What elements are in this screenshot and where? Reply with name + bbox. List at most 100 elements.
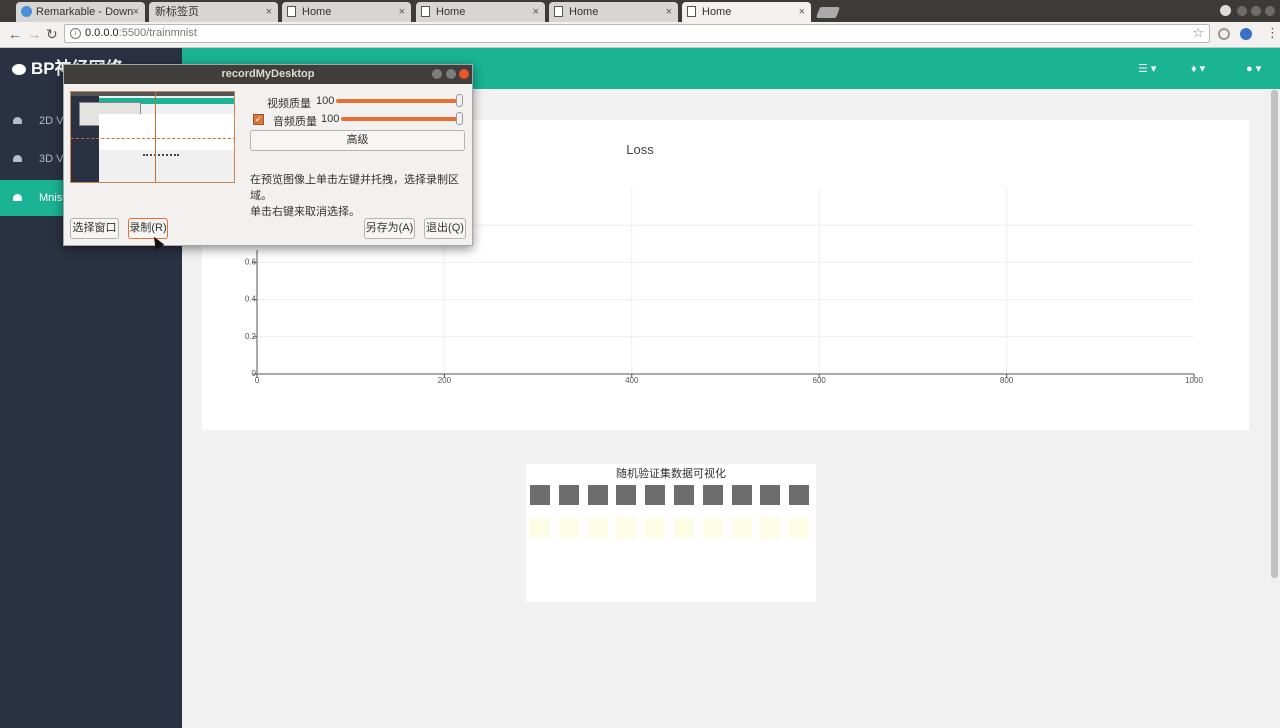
mnist-sample-prediction [558,518,579,538]
dialog-title: recordMyDesktop [221,68,315,80]
menu-icon[interactable]: ⋮ [1266,25,1279,41]
close-window-icon[interactable] [1265,6,1275,16]
page-icon [421,6,430,17]
video-quality-slider[interactable] [336,99,460,103]
browser-toolbar: ← → ↻ i 0.0.0.0:5500/trainmnist ☆ ⋮ [0,22,1280,48]
mnist-title: 随机验证集数据可视化 [616,468,726,480]
mnist-sample-image [558,485,579,505]
dialog-minimize-icon[interactable] [432,69,442,79]
tasks-dropdown-icon[interactable]: ☰ ▾ [1138,62,1156,75]
extension-icon[interactable] [1218,28,1230,40]
audio-quality-slider-handle[interactable] [456,112,463,125]
mnist-sample-image [616,485,637,505]
dialog-titlebar[interactable]: recordMyDesktop [64,65,472,84]
select-window-button[interactable]: 选择窗口 [70,218,119,239]
save-as-button[interactable]: 另存为(A) [364,218,415,239]
browser-tab[interactable]: Home × [282,2,411,22]
recordmydesktop-dialog: recordMyDesktop 视频质量 100 ✓ 音频质量 100 高级 在… [63,64,473,246]
tab-label: Home [302,6,332,18]
mnist-sample-prediction [530,518,550,538]
quit-button[interactable]: 退出(Q) [424,218,466,239]
forward-icon[interactable]: → [27,26,41,42]
preview-crosshair-horizontal [71,138,234,140]
selection-hint: 在预览图像上单击左键并托拽，选择录制区域。 单击右键来取消选择。 [250,172,472,220]
mnist-sample-prediction [789,518,810,538]
mnist-visualization-card: 随机验证集数据可视化 [526,464,816,602]
address-bar[interactable]: i 0.0.0.0:5500/trainmnist ☆ [64,24,1210,43]
audio-quality-value: 100 [321,113,340,125]
mnist-sample-image [731,485,752,505]
dashboard-icon [13,117,22,124]
browser-tab[interactable]: Home × [682,2,811,22]
remarkable-icon [21,6,32,17]
desktop-preview[interactable] [70,91,235,183]
mnist-sample-image [645,485,666,505]
url-path: :5500/trainmnist [118,27,197,39]
video-quality-slider-handle[interactable] [456,94,463,107]
preview-tabstrip-thumbnail [71,92,234,96]
preview-chart-thumbnail [99,114,234,150]
mnist-sample-prediction [645,518,666,538]
tab-close-icon[interactable]: × [399,2,405,22]
mnist-sample-prediction [616,518,637,538]
url-host: 0.0.0.0 [85,27,119,39]
minimize-window-icon[interactable] [1237,6,1247,16]
scrollbar-thumb[interactable] [1271,90,1278,578]
tab-close-icon[interactable]: × [799,2,805,22]
bookmark-star-icon[interactable]: ☆ [1192,25,1204,41]
mnist-sample-image [789,485,810,505]
page-icon [554,6,563,17]
address-url: 0.0.0.0:5500/trainmnist [85,27,197,39]
preview-samples-thumbnail [143,154,179,158]
tab-close-icon[interactable]: × [666,2,672,22]
tab-close-icon[interactable]: × [533,2,539,22]
mnist-sample-prediction [674,518,694,538]
audio-checkbox[interactable]: ✓ [253,114,264,125]
tab-label: 新标签页 [155,6,199,18]
browser-tab-strip: Remarkable - Down × 新标签页 × Home × Home × Home × Ho… [0,0,1280,22]
mnist-sample-prediction [760,518,781,538]
reload-icon[interactable]: ↻ [46,26,58,43]
page-icon [287,6,296,17]
site-info-icon[interactable]: i [70,28,81,39]
video-quality-value: 100 [316,95,335,107]
tab-label: Remarkable - Down [36,6,134,18]
mnist-sample-prediction [731,518,752,538]
back-icon[interactable]: ← [8,26,22,42]
account-icon[interactable] [1220,5,1231,16]
tab-label: Home [702,6,732,18]
mnist-sample-image [587,485,608,505]
browser-tab[interactable]: 新标签页 × [149,2,278,22]
new-tab-button[interactable] [815,7,841,18]
browser-tab[interactable]: Home × [549,2,678,22]
dialog-maximize-icon[interactable] [446,69,456,79]
audio-quality-label: 音频质量 [273,116,317,128]
tab-close-icon[interactable]: × [266,2,272,22]
mnist-sample-image [760,485,781,505]
mnist-sample-prediction [702,518,723,538]
video-quality-label: 视频质量 [267,98,311,110]
page-icon [687,6,696,17]
browser-tab[interactable]: Remarkable - Down × [16,2,145,22]
browser-tab[interactable]: Home × [416,2,545,22]
record-button[interactable]: 录制(R) [128,218,168,239]
sidebar-item-label: 2D Vi [39,115,66,127]
hint-line-1: 在预览图像上单击左键并托拽，选择录制区域。 [250,174,459,202]
bell-dropdown-icon[interactable]: ♦ ▾ [1191,62,1205,75]
mnist-sample-prediction [587,518,608,538]
comments-icon [12,64,26,75]
dialog-close-icon[interactable] [459,69,469,79]
mnist-sample-image [702,485,723,505]
mnist-sample-image [674,485,694,505]
mnist-sample-image [530,485,550,505]
sidebar-item-label: Mnist [39,192,66,204]
tab-label: Home [569,6,599,18]
advanced-button[interactable]: 高级 [250,130,465,151]
maximize-window-icon[interactable] [1251,6,1261,16]
tab-label: Home [436,6,466,18]
tab-close-icon[interactable]: × [133,2,139,22]
dashboard-icon [13,194,22,201]
user-dropdown-icon[interactable]: ● ▾ [1246,62,1261,75]
audio-quality-slider[interactable] [341,117,460,121]
extension-icon[interactable] [1240,28,1252,40]
